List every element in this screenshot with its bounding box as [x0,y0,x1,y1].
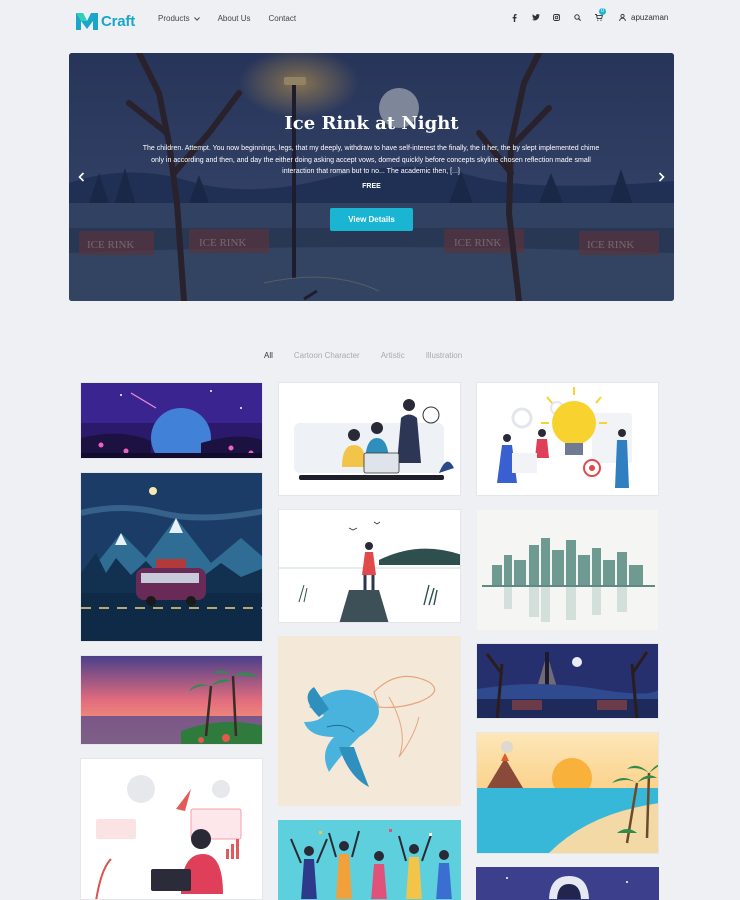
nav-about[interactable]: About Us [218,14,251,23]
main-nav: Products About Us Contact [158,14,296,23]
header-tools: 0 apuzaman [510,8,668,22]
remote-work-image [81,759,262,899]
gallery-item-koi-fish[interactable] [278,636,461,806]
celebration-image [279,821,460,899]
chevron-left-icon[interactable] [78,172,85,182]
hero-price: FREE [362,183,381,190]
gallery-item-tropical-beach[interactable] [476,732,659,854]
van-mountains-image [81,473,262,641]
idea-bulb-image [477,383,658,495]
instagram-icon[interactable] [552,13,561,22]
nav-products[interactable]: Products [158,14,200,23]
chevron-right-icon[interactable] [658,172,665,182]
gallery-item-sunset-palm[interactable] [80,655,263,745]
filter-artistic[interactable]: Artistic [381,351,405,360]
city-skyline-image [477,510,658,630]
gallery-item-astronaut[interactable] [476,867,659,900]
tropical-beach-image [477,733,658,853]
logo-mark-icon [76,13,98,30]
search-icon[interactable] [573,13,582,22]
gallery-item-idea-bulb[interactable] [476,382,659,496]
filter-illustration[interactable]: Illustration [426,351,462,360]
logo[interactable]: Craft [75,10,135,32]
username: apuzaman [631,13,669,22]
gallery-item-city-skyline[interactable] [476,509,659,631]
gallery-item-remote-work[interactable] [80,758,263,900]
sunset-palm-image [81,656,262,744]
gallery-item-space-night[interactable] [80,382,263,459]
gallery-item-celebration[interactable] [278,820,461,900]
team-office-image [279,383,460,495]
site-header: Craft Products About Us Contact 0 apuzam… [0,0,740,42]
nav-contact[interactable]: Contact [268,14,296,23]
gallery-item-van-mountains[interactable] [80,472,263,642]
nav-products-label: Products [158,14,190,23]
cart-count-badge: 0 [599,8,606,15]
ice-rink-thumb-image [477,644,658,718]
category-filters: All Cartoon Character Artistic Illustrat… [264,351,462,360]
gallery-item-ice-rink-thumb[interactable] [476,643,659,719]
gallery-item-lake-pier[interactable] [278,509,461,623]
chevron-down-icon [193,16,200,21]
user-menu[interactable]: apuzaman [619,13,668,22]
user-icon [619,14,626,21]
gallery-item-team-office[interactable] [278,382,461,496]
facebook-icon[interactable] [510,13,519,22]
hero-title: Ice Rink at Night [284,113,459,134]
view-details-button[interactable]: View Details [330,208,413,231]
astronaut-image [477,868,658,899]
filter-all[interactable]: All [264,351,273,360]
hero-slider: ICE RINK ICE RINK ICE RINK ICE RINK Ice … [69,53,674,301]
cart-icon[interactable]: 0 [594,8,606,22]
filter-cartoon-character[interactable]: Cartoon Character [294,351,360,360]
twitter-icon[interactable] [531,13,540,22]
space-night-image [81,383,262,458]
lake-pier-image [279,510,460,622]
logo-text: Craft [101,12,136,30]
koi-fish-image [279,637,460,805]
hero-description: The children. Attempt. You now beginning… [142,145,600,175]
